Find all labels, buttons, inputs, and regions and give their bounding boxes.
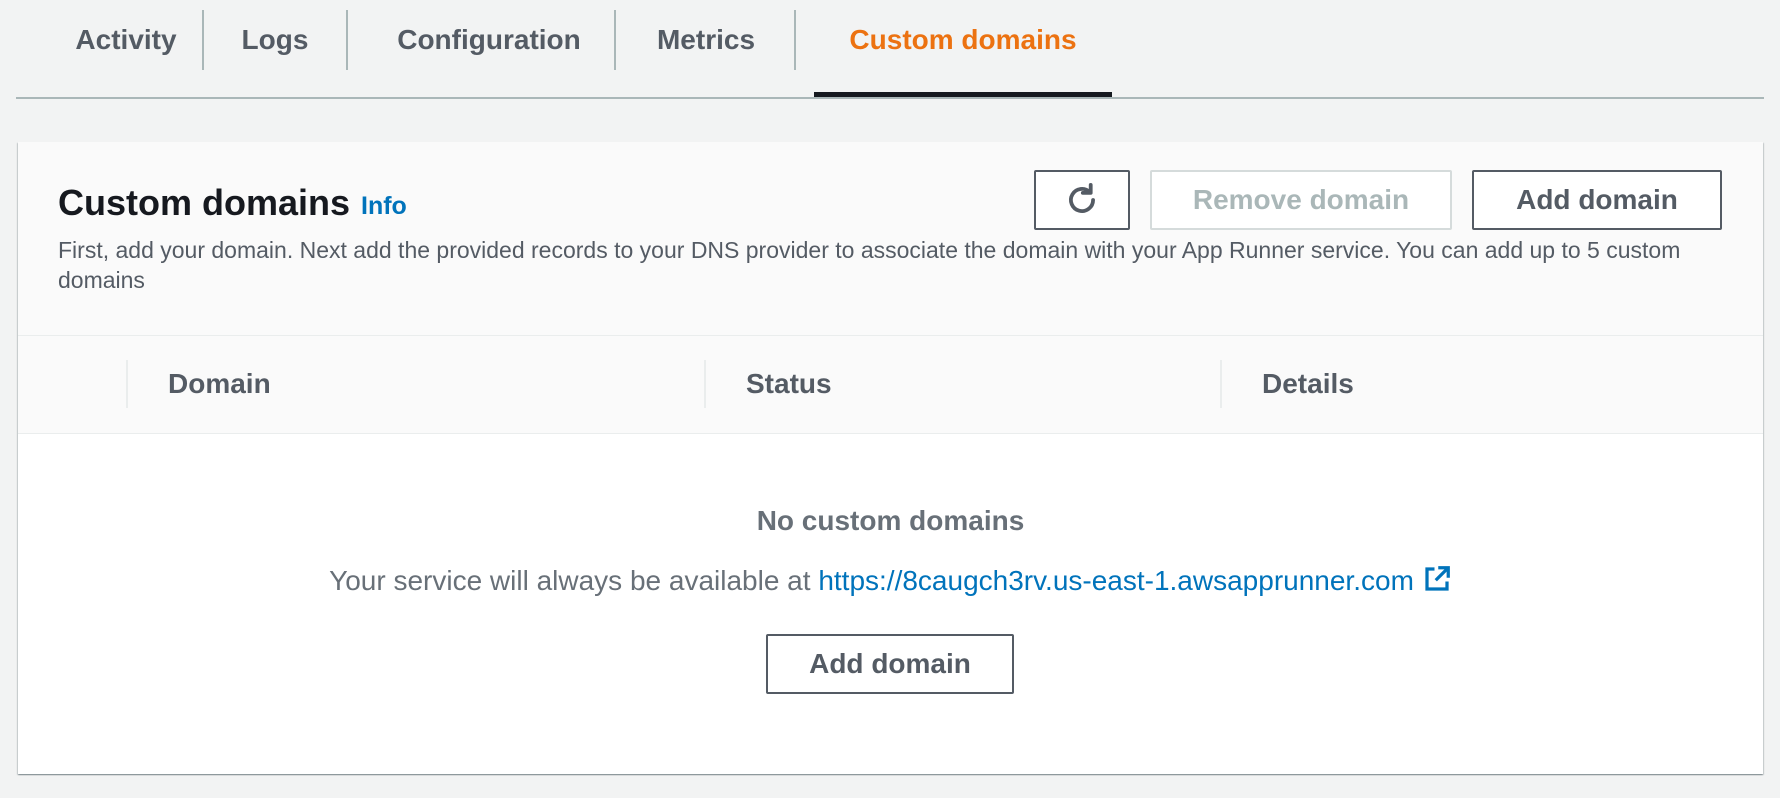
column-divider xyxy=(704,360,706,408)
panel-header: Custom domains Info Remove domain Add do… xyxy=(18,142,1763,336)
empty-state-text: Your service will always be available at… xyxy=(18,564,1763,601)
panel-description: First, add your domain. Next add the pro… xyxy=(58,237,1681,293)
column-divider xyxy=(1220,360,1222,408)
refresh-button[interactable] xyxy=(1034,170,1130,230)
refresh-icon xyxy=(1069,183,1095,213)
external-link-icon[interactable] xyxy=(1422,564,1452,601)
column-header-domain[interactable]: Domain xyxy=(168,368,271,400)
service-url-link[interactable]: https://8caugch3rv.us-east-1.awsapprunne… xyxy=(818,565,1414,596)
tab-logs[interactable]: Logs xyxy=(204,0,346,99)
column-header-status[interactable]: Status xyxy=(746,368,832,400)
empty-state-prefix: Your service will always be available at xyxy=(329,565,811,596)
panel-title: Custom domains xyxy=(58,182,351,223)
tab-bar: Activity Logs Configuration Metrics Cust… xyxy=(16,0,1764,99)
info-link[interactable]: Info xyxy=(361,192,407,221)
custom-domains-panel: Custom domains Info Remove domain Add do… xyxy=(18,142,1763,774)
table-header: Domain Status Details xyxy=(18,336,1763,434)
active-tab-indicator xyxy=(814,92,1112,97)
tab-configuration[interactable]: Configuration xyxy=(348,0,630,99)
remove-domain-button[interactable]: Remove domain xyxy=(1150,170,1452,230)
add-domain-button[interactable]: Add domain xyxy=(1472,170,1722,230)
column-divider xyxy=(126,360,128,408)
empty-state-title: No custom domains xyxy=(756,505,1025,536)
tab-metrics[interactable]: Metrics xyxy=(616,0,796,99)
tab-activity[interactable]: Activity xyxy=(36,0,216,99)
tab-custom-domains[interactable]: Custom domains xyxy=(814,0,1112,99)
empty-state-add-domain-button[interactable]: Add domain xyxy=(766,634,1014,694)
column-header-details[interactable]: Details xyxy=(1262,368,1354,400)
tab-divider xyxy=(794,10,796,70)
